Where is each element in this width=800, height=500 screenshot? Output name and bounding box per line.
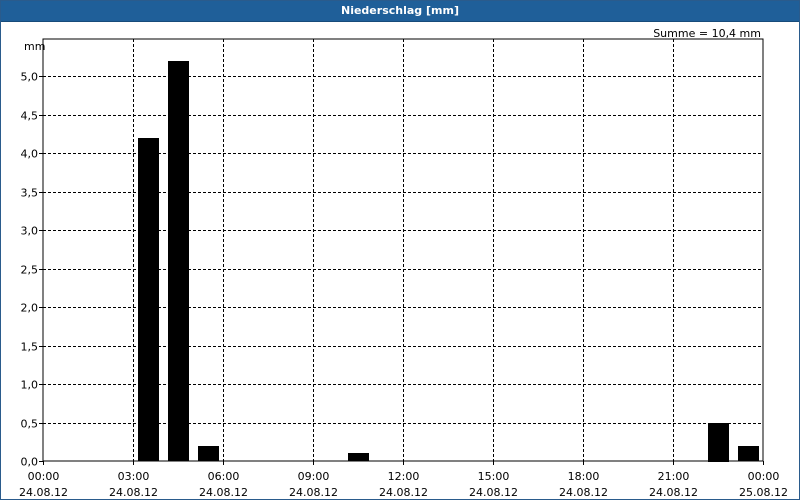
x-tick-time-label: 03:00 [118, 470, 150, 483]
x-tick-time-label: 09:00 [298, 470, 330, 483]
y-tick-label: 1,5 [21, 341, 39, 354]
y-tick-label: 5,0 [21, 71, 39, 84]
x-tick-date-label: 24.08.12 [109, 486, 158, 499]
precipitation-bar [138, 138, 159, 461]
x-tick-time-label: 00:00 [28, 470, 60, 483]
chart-window: Niederschlag [mm] 0,0 0,5 1,0 1,5 2,0 2,5 3,0 3… [0, 0, 800, 500]
y-tick-label: 3,5 [21, 187, 39, 200]
precipitation-bar [738, 446, 759, 461]
x-tick-date-label: 24.08.12 [19, 486, 68, 499]
precipitation-bar [708, 423, 729, 462]
y-tick-label: 2,5 [21, 264, 39, 277]
precipitation-bar [168, 61, 189, 461]
x-tick-date-label: 24.08.12 [289, 486, 338, 499]
x-tick-time-label: 00:00 [748, 470, 780, 483]
y-tick-label: 0,0 [21, 456, 39, 469]
precipitation-chart: 0,0 0,5 1,0 1,5 2,0 2,5 3,0 3,5 4,0 4,5 5,0 00:00 2… [19, 27, 788, 499]
x-axis-ticks: 00:00 24.08.12 03:00 24.08.12 06:00 24.08.12 0… [19, 461, 788, 499]
x-tick-date-label: 24.08.12 [199, 486, 248, 499]
precipitation-bar [348, 453, 369, 461]
x-tick-date-label: 24.08.12 [559, 486, 608, 499]
y-axis-unit-label: mm [24, 40, 45, 53]
x-tick-date-label: 25.08.12 [739, 486, 788, 499]
y-axis-ticks: 0,0 0,5 1,0 1,5 2,0 2,5 3,0 3,5 4,0 4,5 5,0 [21, 71, 43, 469]
y-tick-label: 3,0 [21, 225, 39, 238]
x-tick-time-label: 06:00 [208, 470, 240, 483]
x-tick-date-label: 24.08.12 [469, 486, 518, 499]
sum-label: Summe = 10,4 mm [653, 27, 761, 40]
precipitation-bar [198, 446, 219, 461]
y-tick-label: 0,5 [21, 418, 39, 431]
bar-series [138, 61, 759, 462]
x-tick-time-label: 15:00 [478, 470, 510, 483]
y-tick-label: 1,0 [21, 379, 39, 392]
y-tick-label: 2,0 [21, 302, 39, 315]
x-tick-date-label: 24.08.12 [379, 486, 428, 499]
x-tick-time-label: 18:00 [568, 470, 600, 483]
x-tick-time-label: 21:00 [658, 470, 690, 483]
y-tick-label: 4,5 [21, 110, 39, 123]
y-tick-label: 4,0 [21, 148, 39, 161]
x-tick-date-label: 24.08.12 [649, 486, 698, 499]
x-tick-time-label: 12:00 [388, 470, 420, 483]
